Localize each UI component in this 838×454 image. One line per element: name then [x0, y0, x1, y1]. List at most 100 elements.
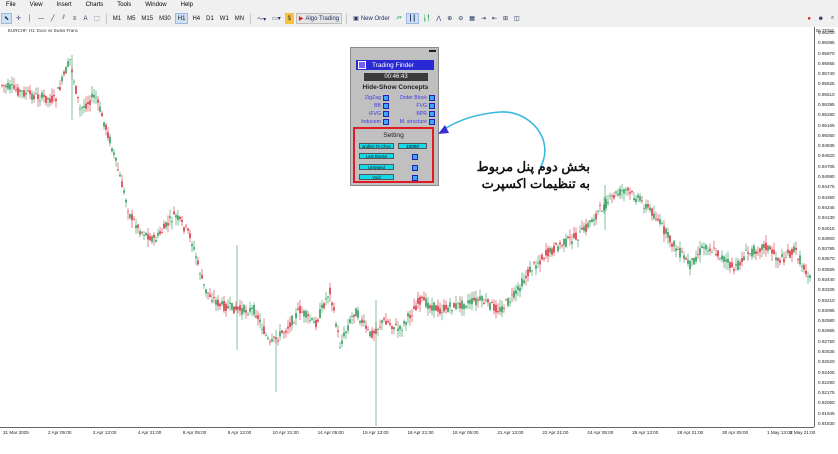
- candle-body: [137, 224, 139, 228]
- order-block-toggle[interactable]: [429, 95, 435, 101]
- candle-body: [663, 226, 665, 235]
- fvg-toggle[interactable]: [429, 103, 435, 109]
- candle-body: [619, 188, 621, 196]
- candle-body: [463, 303, 465, 309]
- candle-body: [95, 97, 97, 99]
- void-button[interactable]: Void: [359, 174, 394, 180]
- candle-body: [611, 195, 613, 197]
- candles-to-check-button[interactable]: andles To Chec: [359, 143, 394, 149]
- bpr-toggle[interactable]: [429, 111, 435, 117]
- candle-body: [661, 223, 663, 224]
- candle-body: [757, 252, 759, 253]
- candle-body: [725, 259, 727, 262]
- candle-body: [369, 331, 371, 337]
- price-tick-label: 0.92520: [818, 359, 835, 365]
- last-blocks-button[interactable]: Last Blocks: [359, 153, 394, 159]
- void-toggle[interactable]: [412, 175, 418, 181]
- candle-body: [283, 332, 285, 334]
- candle-body: [507, 298, 509, 306]
- candles-to-check-input[interactable]: 10000: [398, 143, 427, 149]
- candle-body: [531, 270, 533, 272]
- candle-body: [13, 85, 15, 89]
- candle-body: [627, 187, 629, 191]
- candle-body: [791, 248, 793, 255]
- candle-body: [241, 308, 243, 315]
- candle-body: [465, 306, 467, 308]
- candle-body: [343, 332, 345, 337]
- search-icon[interactable]: ⌕: [828, 13, 837, 24]
- candle-body: [581, 227, 583, 230]
- candle-body: [427, 302, 429, 309]
- candle-body: [253, 305, 255, 315]
- candle-body: [365, 325, 367, 329]
- candle-body: [141, 231, 143, 233]
- price-tick-label: 0.93095: [818, 307, 835, 313]
- time-tick-label: 14 Apr 05:00: [317, 430, 344, 435]
- minimize-icon[interactable]: ▬: [429, 47, 436, 54]
- time-tick-label: 30 Apr 05:00: [722, 430, 749, 435]
- candle-body: [159, 231, 161, 234]
- candle-body: [491, 302, 493, 303]
- hide-show-title: Hide-Show Concepts: [362, 84, 429, 91]
- price-tick-label: 0.93325: [818, 287, 835, 293]
- candle-body: [579, 231, 581, 233]
- candle-body: [59, 87, 61, 90]
- market-structure-toggle[interactable]: [429, 119, 435, 125]
- candle-body: [67, 61, 69, 67]
- candle-body: [487, 299, 489, 303]
- candle-body: [489, 302, 491, 310]
- candle-body: [601, 211, 603, 212]
- price-tick-label: 0.94360: [818, 194, 835, 200]
- candle-body: [557, 246, 559, 252]
- candle-body: [683, 255, 685, 259]
- candle-body: [63, 71, 65, 75]
- candle-body: [397, 328, 399, 332]
- candle-body: [233, 306, 235, 314]
- candle-body: [271, 339, 273, 342]
- candle-body: [313, 321, 315, 323]
- candle-body: [15, 89, 17, 91]
- candle-body: [53, 95, 55, 97]
- time-tick-label: 24 Apr 05:00: [587, 430, 614, 435]
- candle-body: [251, 307, 253, 309]
- candle-body: [633, 198, 635, 201]
- candle-body: [777, 258, 779, 261]
- candle-body: [295, 313, 297, 319]
- candle-body: [83, 105, 85, 108]
- price-tick-label: 0.95970: [818, 50, 835, 56]
- candle-body: [671, 243, 673, 247]
- candle-body: [609, 195, 611, 197]
- candle-body: [151, 236, 153, 242]
- candle-body: [603, 204, 605, 211]
- candle-body: [317, 319, 319, 322]
- candle-body: [621, 190, 623, 192]
- time-tick-label: 16 Apr 21:00: [407, 430, 434, 435]
- untested-toggle[interactable]: [412, 165, 418, 171]
- candle-body: [121, 181, 123, 188]
- candle-body: [567, 236, 569, 239]
- price-tick-label: 0.93210: [818, 297, 835, 303]
- candle-body: [131, 214, 133, 221]
- price-tick-label: 0.94590: [818, 174, 835, 180]
- candle-body: [231, 303, 233, 310]
- candle-body: [399, 325, 401, 330]
- candle-body: [751, 248, 753, 257]
- candle-body: [117, 169, 119, 171]
- candle-body: [471, 298, 473, 305]
- candle-body: [309, 320, 311, 321]
- candle-body: [735, 264, 737, 266]
- candle-body: [323, 303, 325, 309]
- untested-button[interactable]: Untested: [359, 164, 394, 170]
- candle-body: [709, 248, 711, 251]
- annotation-line-2: به تنظیمات اکسپرت: [481, 176, 590, 191]
- price-tick-label: 0.93670: [818, 256, 835, 262]
- candle-body: [697, 254, 699, 256]
- candle-body: [391, 326, 393, 330]
- candle-body: [185, 225, 187, 227]
- account-icon[interactable]: ☻: [816, 13, 826, 24]
- last-blocks-toggle[interactable]: [412, 154, 418, 160]
- candle-body: [447, 307, 449, 312]
- candle-body: [245, 310, 247, 313]
- candle-body: [423, 297, 425, 301]
- candle-body: [351, 316, 353, 317]
